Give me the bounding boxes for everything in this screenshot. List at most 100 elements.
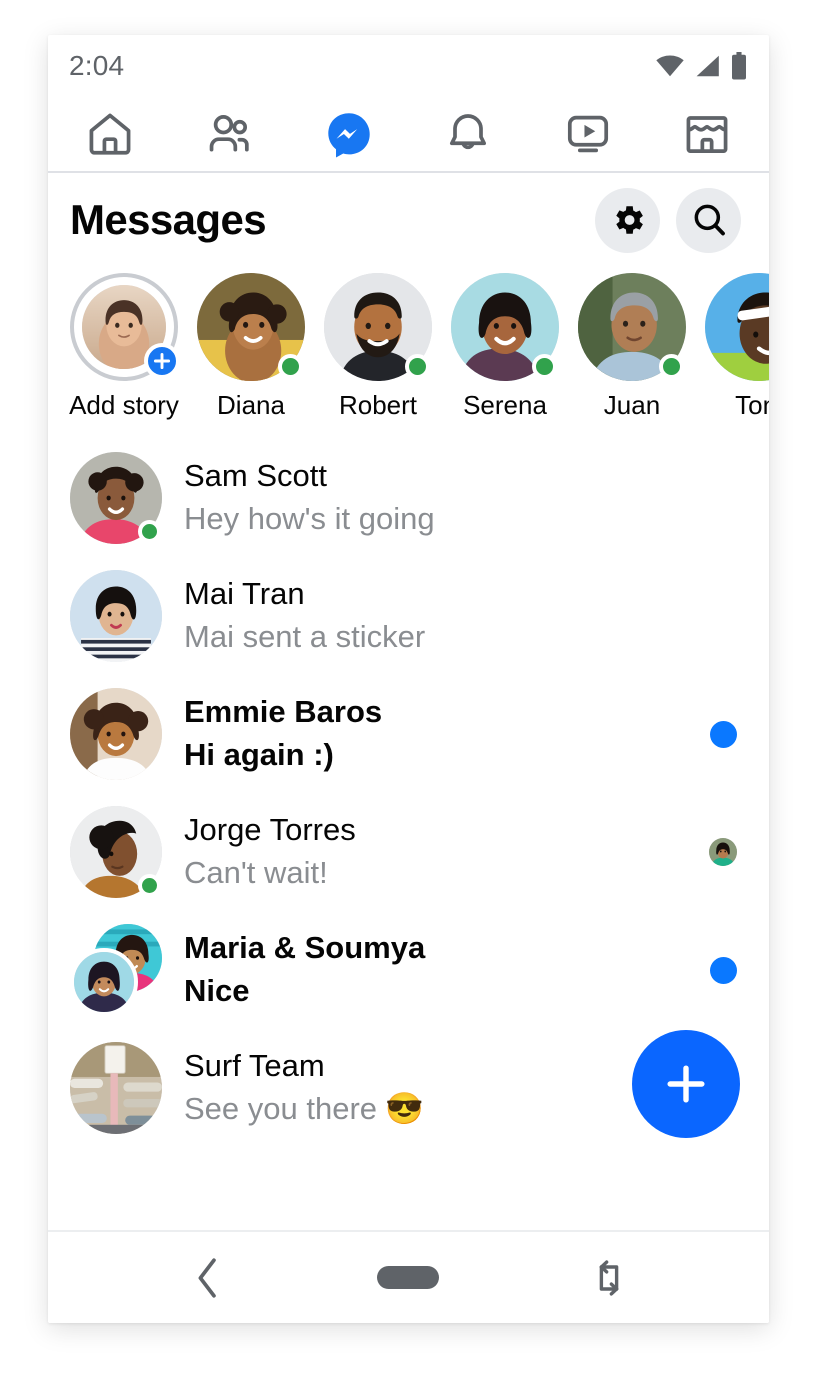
avatar: [705, 273, 769, 381]
system-rotate-button[interactable]: [564, 1248, 654, 1308]
avatar: [70, 688, 162, 780]
snippet-text: Can't wait!: [184, 855, 328, 890]
snippet-text: Hi again :): [184, 737, 334, 772]
system-home-button[interactable]: [363, 1248, 453, 1308]
story-avatar-wrap: [578, 273, 686, 381]
bell-icon: [450, 114, 487, 150]
online-indicator: [138, 520, 161, 543]
online-indicator: [659, 354, 684, 379]
page-title: Messages: [70, 196, 267, 243]
conversation-text: Emmie Baros Hi again :): [184, 691, 677, 777]
status-icons: [655, 52, 747, 80]
rotate-screen-icon: [599, 1259, 619, 1296]
system-navigation-bar: [48, 1230, 769, 1323]
tab-home[interactable]: [74, 104, 146, 164]
story-label: Juan: [603, 390, 661, 420]
snippet-text: Mai sent a sticker: [184, 619, 426, 654]
conversation-name: Mai Tran: [184, 576, 305, 612]
conversation-snippet: Hi again :): [184, 734, 677, 777]
avatar: [70, 1042, 162, 1134]
story-avatar-wrap: [451, 273, 559, 381]
add-story-plus-badge[interactable]: [144, 343, 180, 379]
story-label: Toni: [735, 390, 769, 420]
settings-button[interactable]: [595, 187, 660, 253]
conversation-row-emmie-baros[interactable]: Emmie Baros Hi again :): [48, 675, 769, 793]
store-icon: [686, 116, 728, 153]
story-avatar-wrap: [197, 273, 305, 381]
story-label: Robert: [338, 390, 418, 420]
conversation-text: Jorge Torres Can't wait!: [184, 809, 677, 895]
unread-indicator: [709, 956, 737, 984]
wifi-icon: [656, 55, 684, 77]
search-icon: [694, 204, 725, 236]
conversation-row-mai-tran[interactable]: Mai Tran Mai sent a sticker: [48, 557, 769, 675]
tab-messenger[interactable]: [313, 104, 385, 164]
seen-by-avatar: [709, 838, 737, 866]
conversation-text: Mai Tran Mai sent a sticker: [184, 573, 677, 659]
story-toni[interactable]: Toni: [705, 273, 769, 421]
tab-marketplace[interactable]: [671, 104, 743, 164]
home-pill-icon: [377, 1266, 440, 1289]
video-play-icon: [567, 115, 608, 153]
conversation-meta: [699, 956, 747, 984]
tab-watch[interactable]: [552, 104, 624, 164]
unread-indicator: [709, 720, 737, 748]
tab-notifications[interactable]: [432, 104, 504, 164]
conversation-snippet: Mai sent a sticker: [184, 616, 677, 659]
new-message-button[interactable]: [632, 1030, 740, 1138]
conversation-text: Sam Scott Hey how's it going: [184, 455, 677, 541]
plus-icon: [667, 1065, 705, 1103]
stories-row[interactable]: Add story Diana Robert Serena Juan To: [48, 267, 769, 429]
group-avatar-bottom: [70, 948, 138, 1016]
story-robert[interactable]: Robert: [324, 273, 432, 421]
avatar: [70, 570, 162, 662]
snippet-emoji: 😎: [385, 1091, 424, 1126]
conversation-meta: [699, 720, 747, 748]
conversation-name: Maria & Soumya: [184, 930, 426, 966]
conversation-snippet: Can't wait!: [184, 852, 677, 895]
avatar-wrap: [70, 570, 162, 662]
home-icon: [89, 113, 131, 155]
online-indicator: [278, 354, 303, 379]
messenger-icon: [326, 111, 372, 158]
system-back-button[interactable]: [163, 1248, 253, 1308]
status-time: 2:04: [69, 50, 125, 81]
status-bar: 2:04: [48, 35, 769, 97]
story-label: Diana: [217, 390, 285, 420]
conversation-name: Sam Scott: [184, 458, 327, 494]
conversation-name: Surf Team: [184, 1048, 325, 1084]
snippet-text: See you there: [184, 1091, 378, 1126]
cellular-signal-icon: [696, 55, 719, 77]
online-indicator: [405, 354, 430, 379]
conversation-row-sam-scott[interactable]: Sam Scott Hey how's it going: [48, 439, 769, 557]
conversation-snippet: See you there 😎: [184, 1088, 677, 1131]
story-serena[interactable]: Serena: [451, 273, 559, 421]
battery-icon: [732, 52, 746, 80]
conversation-name: Jorge Torres: [184, 812, 356, 848]
conversation-row-jorge-torres[interactable]: Jorge Torres Can't wait!: [48, 793, 769, 911]
avatar-wrap: [70, 688, 162, 780]
search-button[interactable]: [676, 187, 741, 253]
plus-icon: [153, 352, 171, 370]
avatar-wrap: [70, 806, 162, 898]
snippet-text: Nice: [184, 973, 250, 1008]
conversation-row-maria-and-soumya[interactable]: Maria & Soumya Nice: [48, 911, 769, 1029]
header-actions: [595, 187, 741, 253]
tab-friends[interactable]: [193, 104, 265, 164]
group-avatar: [70, 924, 162, 1016]
story-label: Serena: [463, 390, 547, 420]
story-diana[interactable]: Diana: [197, 273, 305, 421]
people-icon: [210, 115, 250, 152]
conversation-snippet: Hey how's it going: [184, 498, 677, 541]
online-indicator: [532, 354, 557, 379]
story-add-story[interactable]: Add story: [69, 273, 180, 421]
conversation-list[interactable]: Sam Scott Hey how's it going Mai Tran Ma…: [48, 429, 769, 1230]
top-tab-bar: [48, 97, 769, 173]
online-indicator: [138, 874, 161, 897]
gear-icon: [615, 206, 643, 234]
conversation-text: Maria & Soumya Nice: [184, 927, 677, 1013]
story-juan[interactable]: Juan: [578, 273, 686, 421]
story-label: Add story: [69, 390, 179, 420]
phone-frame: 2:04 Messages Add story Diana Robert Ser…: [48, 35, 769, 1323]
conversation-text: Surf Team See you there 😎: [184, 1045, 677, 1131]
